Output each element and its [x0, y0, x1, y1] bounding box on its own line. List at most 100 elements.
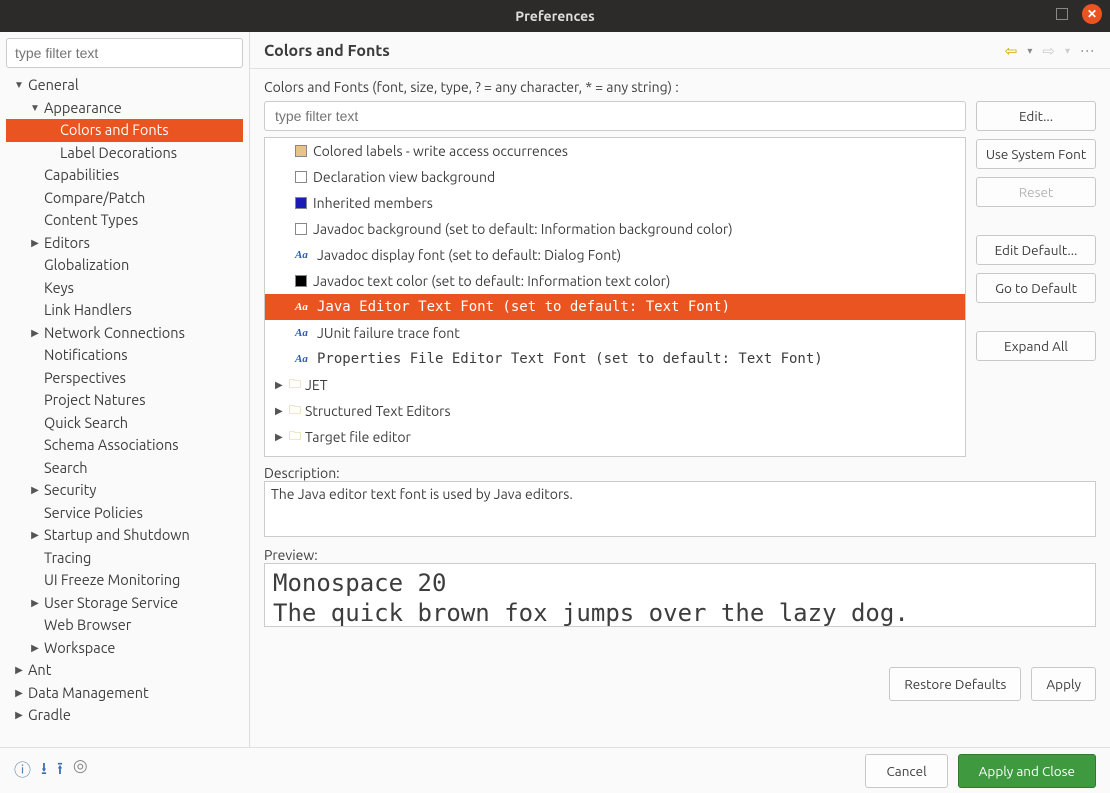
- tree-item[interactable]: ▶User Storage Service: [6, 592, 243, 615]
- cancel-button[interactable]: Cancel: [865, 754, 947, 788]
- tree-toggle-icon[interactable]: ▶: [28, 592, 42, 615]
- tree-item[interactable]: Quick Search: [6, 412, 243, 435]
- tree-item[interactable]: UI Freeze Monitoring: [6, 569, 243, 592]
- tree-item[interactable]: Notifications: [6, 344, 243, 367]
- tree-item-label: Colors and Fonts: [58, 119, 169, 142]
- tree-toggle-icon[interactable]: ▶: [28, 232, 42, 255]
- use-system-font-button[interactable]: Use System Font: [976, 139, 1096, 169]
- tree-toggle-icon[interactable]: ▶: [28, 479, 42, 502]
- font-list-row[interactable]: Declaration view background: [265, 164, 965, 190]
- preferences-filter-input[interactable]: [6, 38, 243, 68]
- oomph-icon[interactable]: ◎: [73, 756, 88, 785]
- tree-item[interactable]: Service Policies: [6, 502, 243, 525]
- tree-item-label: Service Policies: [42, 502, 143, 525]
- tree-item[interactable]: ▶Ant: [6, 659, 243, 682]
- font-aa-icon: Aa: [295, 322, 311, 344]
- category-toggle-icon[interactable]: ▶: [275, 426, 287, 448]
- font-list-row[interactable]: ▶🗀Target file editor: [265, 424, 965, 450]
- tree-item[interactable]: ▼General: [6, 74, 243, 97]
- tree-item[interactable]: ▶Network Connections: [6, 322, 243, 345]
- tree-item[interactable]: Perspectives: [6, 367, 243, 390]
- font-row-label: Declaration view background: [313, 166, 495, 188]
- font-list-row[interactable]: Colored labels - write access occurrence…: [265, 138, 965, 164]
- restore-icon: [1056, 8, 1068, 20]
- font-row-label: Colored labels - write access occurrence…: [313, 140, 568, 162]
- apply-button[interactable]: Apply: [1031, 667, 1096, 701]
- font-list[interactable]: Colored labels - write access occurrence…: [264, 137, 966, 457]
- reset-button[interactable]: Reset: [976, 177, 1096, 207]
- import-icon[interactable]: ⭳: [41, 756, 47, 785]
- font-list-row[interactable]: ▶🗀Tasks: [265, 450, 965, 457]
- tree-item[interactable]: ▼Appearance: [6, 97, 243, 120]
- edit-default-button[interactable]: Edit Default...: [976, 235, 1096, 265]
- tree-item[interactable]: Search: [6, 457, 243, 480]
- tree-item-label: Schema Associations: [42, 434, 179, 457]
- font-list-row[interactable]: AaProperties File Editor Text Font (set …: [265, 346, 965, 372]
- tree-item-label: Label Decorations: [58, 142, 177, 165]
- tree-toggle-icon[interactable]: ▶: [12, 659, 26, 682]
- tree-item[interactable]: Tracing: [6, 547, 243, 570]
- close-window-button[interactable]: ✕: [1082, 4, 1102, 24]
- tree-item[interactable]: Content Types: [6, 209, 243, 232]
- tree-toggle-icon[interactable]: ▶: [28, 524, 42, 547]
- font-list-row[interactable]: AaJavadoc display font (set to default: …: [265, 242, 965, 268]
- forward-icon[interactable]: ⇨: [1042, 42, 1055, 60]
- category-toggle-icon[interactable]: ▶: [275, 374, 287, 396]
- help-icon[interactable]: ⓘ: [14, 756, 31, 785]
- tree-item-label: UI Freeze Monitoring: [42, 569, 180, 592]
- right-header: Colors and Fonts ⇦ ▾ ⇨ ▾ ⋮: [250, 32, 1110, 69]
- tree-item[interactable]: Colors and Fonts: [6, 119, 243, 142]
- tree-toggle-icon[interactable]: ▶: [28, 637, 42, 660]
- back-menu-chevron[interactable]: ▾: [1027, 45, 1032, 57]
- description-text: The Java editor text font is used by Jav…: [271, 486, 573, 502]
- edit-button[interactable]: Edit...: [976, 101, 1096, 131]
- tree-item[interactable]: Compare/Patch: [6, 187, 243, 210]
- tree-item-label: Ant: [26, 659, 51, 682]
- tree-item[interactable]: ▶Startup and Shutdown: [6, 524, 243, 547]
- category-toggle-icon[interactable]: ▶: [275, 452, 287, 457]
- back-icon[interactable]: ⇦: [1005, 42, 1018, 60]
- go-to-default-button[interactable]: Go to Default: [976, 273, 1096, 303]
- tree-item[interactable]: ▶Workspace: [6, 637, 243, 660]
- restore-defaults-button[interactable]: Restore Defaults: [889, 667, 1021, 701]
- tree-item[interactable]: Label Decorations: [6, 142, 243, 165]
- tree-item[interactable]: Globalization: [6, 254, 243, 277]
- tree-item[interactable]: Web Browser: [6, 614, 243, 637]
- right-pane: Colors and Fonts ⇦ ▾ ⇨ ▾ ⋮ Colors and Fo…: [250, 32, 1110, 747]
- tree-item[interactable]: ▶Gradle: [6, 704, 243, 727]
- font-list-row[interactable]: Javadoc background (set to default: Info…: [265, 216, 965, 242]
- forward-menu-chevron[interactable]: ▾: [1065, 45, 1070, 57]
- export-icon[interactable]: ⭱: [57, 756, 63, 785]
- font-list-row[interactable]: AaJUnit failure trace font: [265, 320, 965, 346]
- tree-toggle-icon[interactable]: ▶: [12, 682, 26, 705]
- content: ▼General▼AppearanceColors and FontsLabel…: [0, 32, 1110, 747]
- tree-toggle-icon[interactable]: ▶: [12, 704, 26, 727]
- font-list-row[interactable]: Inherited members: [265, 190, 965, 216]
- tree-item-label: Capabilities: [42, 164, 119, 187]
- tree-item[interactable]: Project Natures: [6, 389, 243, 412]
- expand-all-button[interactable]: Expand All: [976, 331, 1096, 361]
- tree-item[interactable]: Link Handlers: [6, 299, 243, 322]
- tree-toggle-icon[interactable]: ▼: [12, 74, 26, 97]
- restore-window-button[interactable]: [1052, 4, 1072, 24]
- tree-item[interactable]: ▶Data Management: [6, 682, 243, 705]
- tree-item[interactable]: ▶Editors: [6, 232, 243, 255]
- font-filter-input[interactable]: [264, 101, 966, 131]
- category-toggle-icon[interactable]: ▶: [275, 400, 287, 422]
- font-list-row[interactable]: AaJava Editor Text Font (set to default:…: [265, 294, 965, 320]
- font-list-row[interactable]: Javadoc text color (set to default: Info…: [265, 268, 965, 294]
- tree-item-label: Quick Search: [42, 412, 128, 435]
- font-aa-icon: Aa: [295, 348, 311, 370]
- font-list-row[interactable]: ▶🗀JET: [265, 372, 965, 398]
- tree-item[interactable]: Capabilities: [6, 164, 243, 187]
- tree-item[interactable]: ▶Security: [6, 479, 243, 502]
- tree-item-label: Keys: [42, 277, 74, 300]
- view-menu-icon[interactable]: ⋮: [1080, 44, 1096, 58]
- tree-item[interactable]: Keys: [6, 277, 243, 300]
- font-list-row[interactable]: ▶🗀Structured Text Editors: [265, 398, 965, 424]
- tree-item[interactable]: Schema Associations: [6, 434, 243, 457]
- tree-toggle-icon[interactable]: ▼: [28, 97, 42, 120]
- tree-toggle-icon[interactable]: ▶: [28, 322, 42, 345]
- nav-tree[interactable]: ▼General▼AppearanceColors and FontsLabel…: [6, 74, 243, 747]
- apply-and-close-button[interactable]: Apply and Close: [958, 754, 1096, 788]
